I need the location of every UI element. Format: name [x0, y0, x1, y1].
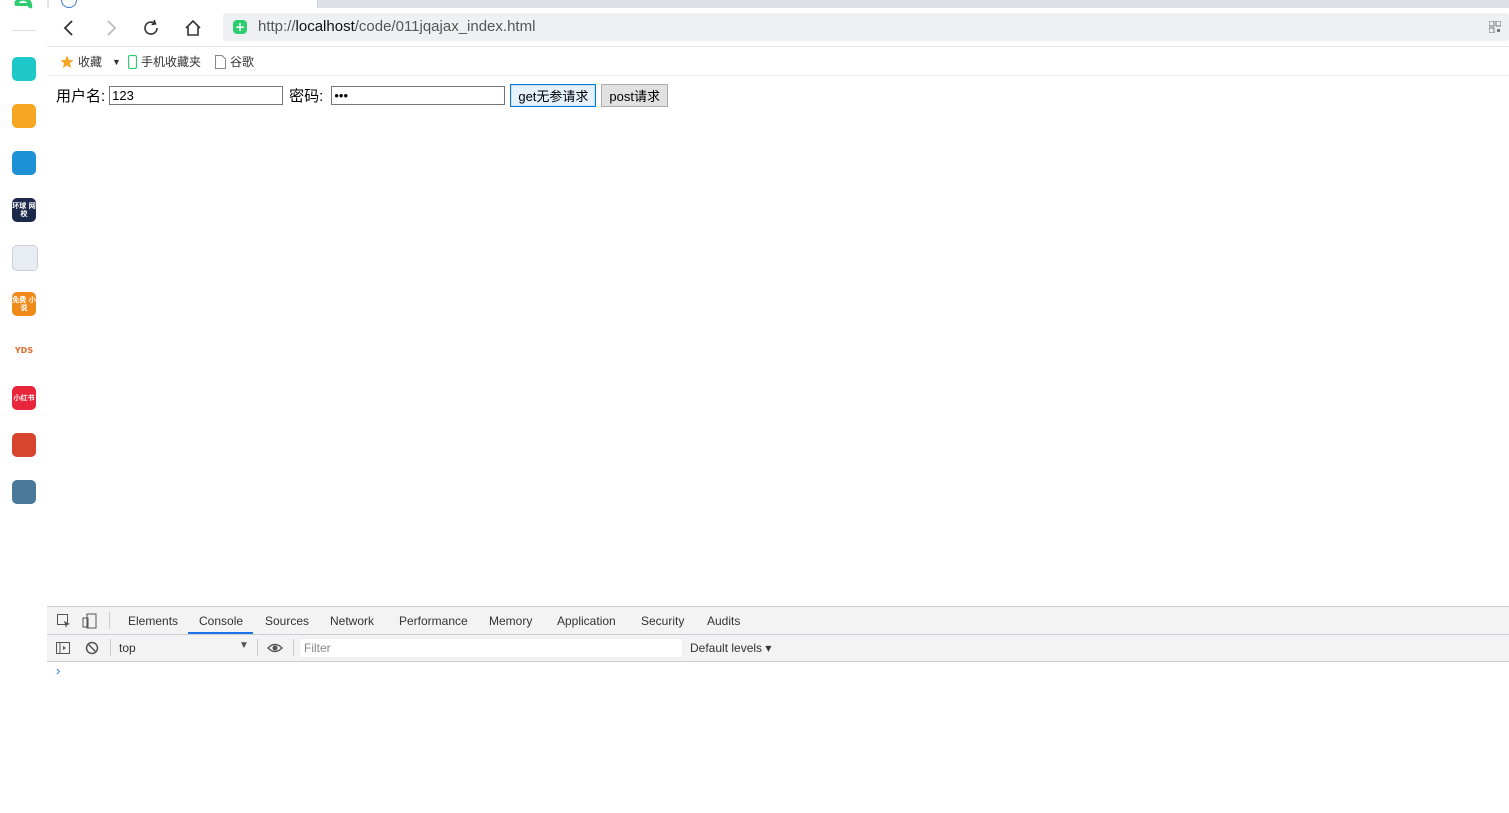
bookmark-mobile[interactable]: 手机收藏夹: [128, 53, 201, 70]
context-dropdown-icon[interactable]: ▼: [239, 640, 249, 651]
toolbar-divider: [110, 639, 111, 656]
clear-console-icon[interactable]: [84, 640, 100, 656]
reload-button[interactable]: [139, 16, 163, 40]
tab-performance[interactable]: Performance: [399, 614, 468, 628]
sidebar-app-label: YDS: [14, 346, 34, 355]
app-sidebar: 环球 网校免费 小说 YDS 小红书: [0, 0, 48, 812]
url-text[interactable]: http://localhost/code/011jqajax_index.ht…: [258, 18, 535, 35]
secure-shield-icon: +: [233, 20, 247, 34]
password-label: 密码:: [289, 88, 324, 105]
browser-logo-icon: [14, 0, 33, 9]
star-icon: [60, 55, 74, 68]
post-request-button[interactable]: post请求: [601, 84, 668, 107]
tab-inactive[interactable]: [319, 0, 1509, 8]
console-toolbar: top ▼ Filter Default levels ▾: [47, 635, 1509, 662]
toolbar-divider: [257, 639, 258, 656]
sidebar-app-icon[interactable]: [12, 480, 36, 504]
tab-audits[interactable]: Audits: [707, 614, 740, 628]
page-content: 用户名: 密码: get无参请求 post请求: [47, 76, 1509, 606]
home-icon: [185, 19, 201, 36]
sidebar-app-icon[interactable]: 免费 小说: [12, 292, 36, 316]
bookmark-favorites[interactable]: 收藏 ▼: [60, 53, 121, 70]
back-button[interactable]: [57, 16, 81, 40]
bookmark-label: 手机收藏夹: [141, 55, 202, 69]
sidebar-app-label: 小红书: [13, 394, 35, 402]
sidebar-app-icon[interactable]: YDS: [12, 339, 36, 363]
log-levels-dropdown[interactable]: Default levels ▾: [690, 641, 771, 655]
device-toolbar-icon[interactable]: [82, 613, 98, 629]
tab-sources[interactable]: Sources: [265, 614, 309, 628]
sidebar-app-icon[interactable]: [12, 245, 38, 271]
tab-memory[interactable]: Memory: [489, 614, 532, 628]
login-form: 用户名: 密码: get无参请求 post请求: [56, 84, 668, 107]
get-request-button[interactable]: get无参请求: [510, 84, 597, 107]
bookmarks-bar: 收藏 ▼ 手机收藏夹 谷歌: [47, 47, 1509, 76]
sidebar-app-label: 免费 小说: [12, 296, 36, 312]
forward-arrow-icon: [107, 20, 117, 36]
tab-active[interactable]: [49, 0, 318, 8]
console-prompt[interactable]: ›: [56, 663, 60, 678]
inspect-element-icon[interactable]: [56, 613, 72, 629]
sidebar-toggle-icon[interactable]: [55, 640, 71, 656]
username-label: 用户名:: [56, 88, 106, 105]
back-arrow-icon: [63, 20, 73, 36]
toolbar-divider: [293, 639, 294, 656]
sidebar-app-icon[interactable]: [12, 57, 36, 81]
forward-button[interactable]: [99, 16, 123, 40]
sidebar-app-icon[interactable]: [12, 104, 36, 128]
active-tab-indicator: [188, 632, 253, 634]
bookmark-label: 谷歌: [230, 55, 255, 69]
home-button[interactable]: [181, 16, 205, 40]
devtools-panel: Elements Console Sources Network Perform…: [47, 606, 1509, 813]
sidebar-app-icon[interactable]: [12, 433, 36, 457]
qr-code-icon[interactable]: [1489, 21, 1501, 33]
sidebar-app-icon[interactable]: [12, 151, 36, 175]
eye-icon[interactable]: [267, 640, 283, 656]
tab-network[interactable]: Network: [330, 614, 374, 628]
tab-elements[interactable]: Elements: [128, 614, 178, 628]
username-input[interactable]: [109, 86, 284, 105]
phone-icon: [128, 54, 137, 69]
tab-strip: [47, 0, 1509, 8]
password-input[interactable]: [331, 86, 506, 105]
bookmark-label: 收藏: [78, 55, 103, 69]
page-icon: [215, 54, 226, 69]
tab-favicon-icon: [61, 0, 77, 8]
context-selector[interactable]: top: [119, 641, 136, 655]
sidebar-app-icon[interactable]: 小红书: [12, 386, 36, 410]
console-filter-input[interactable]: Filter: [299, 638, 683, 658]
address-bar[interactable]: + http://localhost/code/011jqajax_index.…: [223, 13, 1509, 41]
tab-security[interactable]: Security: [641, 614, 684, 628]
tab-application[interactable]: Application: [557, 614, 616, 628]
sidebar-app-icon[interactable]: 环球 网校: [12, 198, 36, 222]
chevron-down-icon[interactable]: ▼: [112, 57, 121, 67]
devtools-tab-bar: Elements Console Sources Network Perform…: [47, 607, 1509, 635]
reload-icon: [144, 19, 158, 35]
tab-console[interactable]: Console: [199, 614, 243, 628]
bookmark-google[interactable]: 谷歌: [215, 53, 254, 70]
navigation-bar: + http://localhost/code/011jqajax_index.…: [47, 8, 1509, 47]
sidebar-app-label: 环球 网校: [12, 202, 36, 218]
sidebar-divider: [12, 30, 36, 31]
toolbar-divider: [109, 612, 110, 629]
